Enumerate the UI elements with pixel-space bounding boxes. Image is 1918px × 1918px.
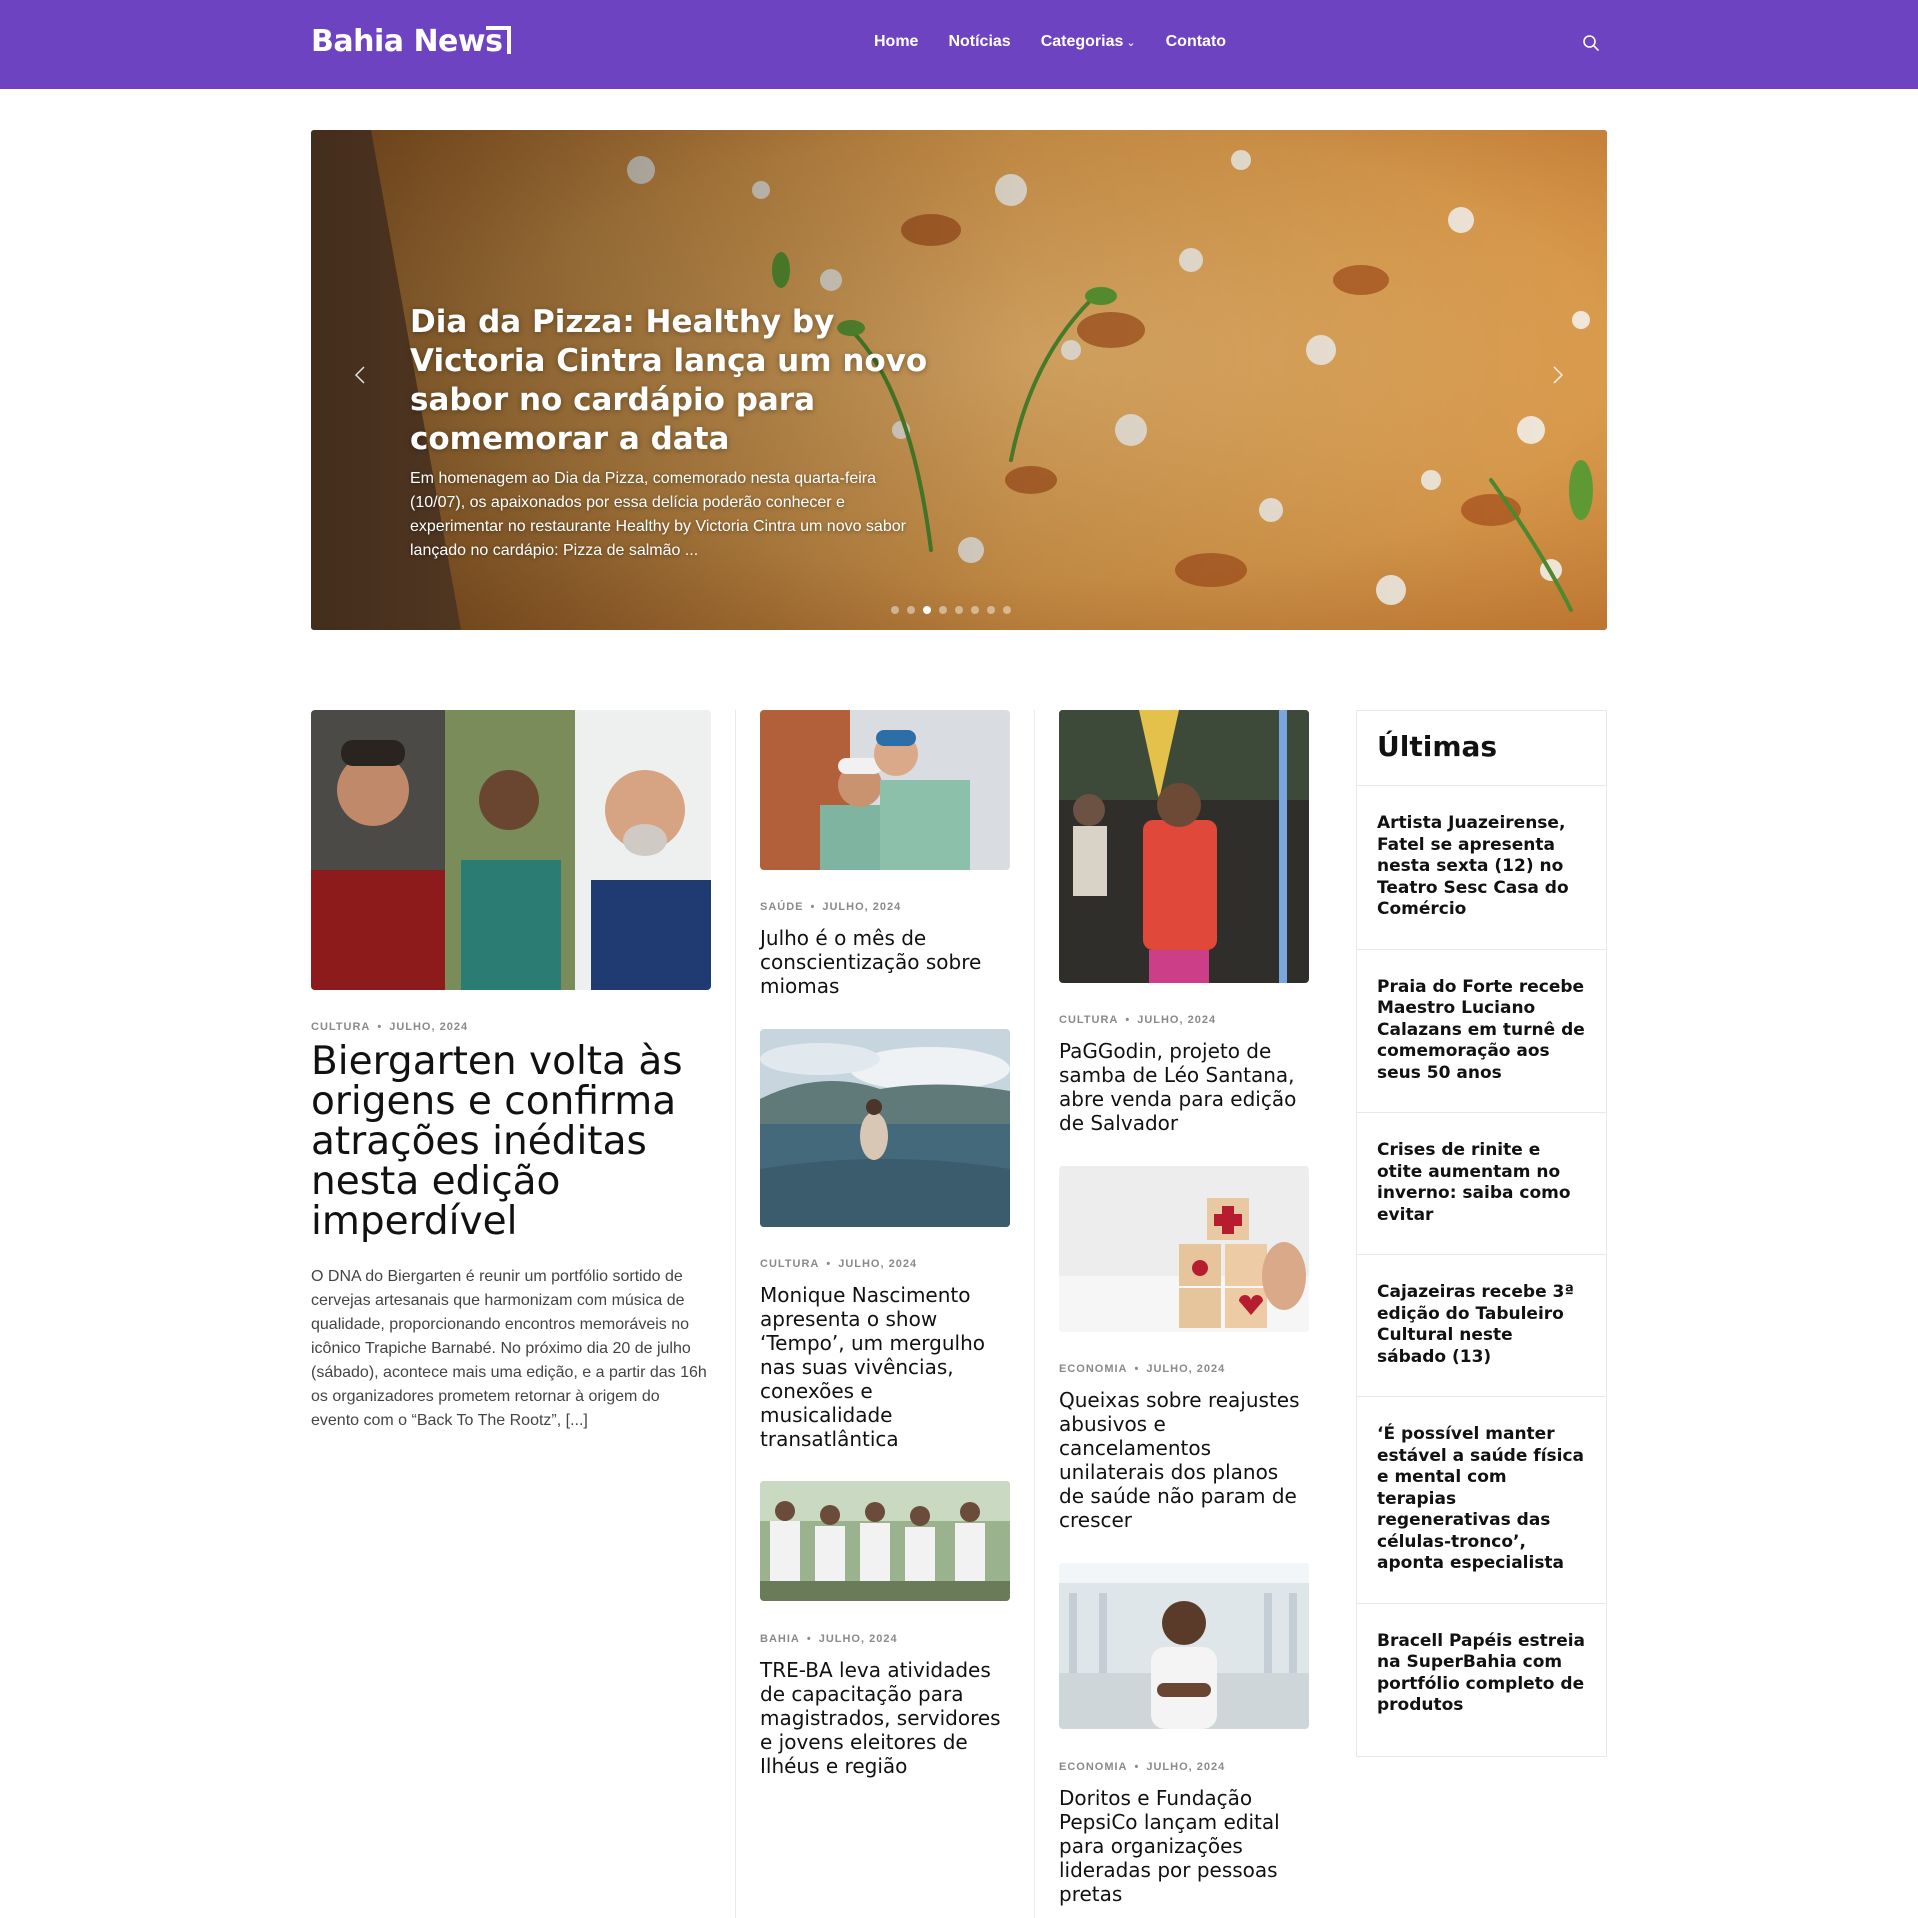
slider-dot[interactable]	[891, 606, 899, 614]
column-divider	[1034, 710, 1035, 1918]
sidebar-item[interactable]: Bracell Papéis estreia na SuperBahia com…	[1357, 1604, 1606, 1745]
article-image-art	[1059, 1166, 1309, 1332]
sidebar-item[interactable]: Cajazeiras recebe 3ª edição do Tabuleiro…	[1357, 1255, 1606, 1397]
article-meta: ECONOMIA • JULHO, 2024	[1059, 1761, 1226, 1773]
date-label: JULHO, 2024	[1146, 1363, 1226, 1375]
category-label[interactable]: ECONOMIA	[1059, 1761, 1128, 1773]
category-label[interactable]: BAHIA	[760, 1633, 800, 1645]
chevron-down-icon: ⌄	[1126, 37, 1136, 49]
slider-dot[interactable]	[987, 606, 995, 614]
article-title[interactable]: Queixas sobre reajustes abusivos e cance…	[1059, 1388, 1309, 1532]
article-image[interactable]	[760, 1481, 1010, 1601]
article-image[interactable]	[1059, 710, 1309, 983]
article-title[interactable]: Doritos e Fundação PepsiCo lançam edital…	[1059, 1786, 1309, 1906]
article-meta: ECONOMIA • JULHO, 2024	[1059, 1363, 1226, 1375]
search-icon[interactable]	[1582, 34, 1600, 52]
slider-next-icon[interactable]	[1544, 362, 1570, 388]
article-image[interactable]	[1059, 1563, 1309, 1729]
featured-image-art	[311, 710, 711, 990]
featured-meta: CULTURA • JULHO, 2024	[311, 1021, 469, 1033]
slider-dot[interactable]	[907, 606, 915, 614]
date-label: JULHO, 2024	[818, 1633, 898, 1645]
sidebar-title: Últimas	[1357, 711, 1606, 786]
date-label: JULHO, 2024	[1146, 1761, 1226, 1773]
hero-title[interactable]: Dia da Pizza: Healthy by Victoria Cintra…	[410, 303, 930, 459]
article-image[interactable]	[760, 710, 1010, 870]
category-label[interactable]: CULTURA	[760, 1258, 819, 1270]
nav-noticias[interactable]: Notícias	[948, 33, 1010, 51]
article-image-art	[1059, 710, 1309, 983]
nav-categorias[interactable]: Categorias ⌄	[1041, 33, 1136, 51]
date-label: JULHO, 2024	[822, 901, 902, 913]
nav-home[interactable]: Home	[874, 33, 918, 51]
slider-dot[interactable]	[971, 606, 979, 614]
article-image-art	[1059, 1563, 1309, 1729]
nav-categorias-label: Categorias	[1040, 33, 1124, 50]
column-divider	[735, 710, 736, 1918]
slider-dot[interactable]	[955, 606, 963, 614]
article-image-art	[760, 710, 1010, 870]
featured-excerpt: O DNA do Biergarten é reunir um portfóli…	[311, 1268, 707, 1429]
article-title[interactable]: TRE-BA leva atividades de capacitação pa…	[760, 1658, 1010, 1778]
slider-dot[interactable]	[923, 606, 931, 614]
article-image-art	[760, 1029, 1010, 1227]
slider-dots	[891, 606, 1011, 614]
category-label[interactable]: SAÚDE	[760, 901, 804, 913]
article-meta: CULTURA • JULHO, 2024	[1059, 1014, 1217, 1026]
latest-sidebar: Últimas Artista Juazeirense, Fatel se ap…	[1356, 710, 1607, 1757]
date-label: JULHO, 2024	[838, 1258, 918, 1270]
sidebar-item[interactable]: ‘É possível manter estável a saúde físic…	[1357, 1397, 1606, 1604]
sidebar-item[interactable]: Crises de rinite e otite aumentam no inv…	[1357, 1113, 1606, 1255]
featured-image[interactable]	[311, 710, 711, 990]
main-nav: Home Notícias Categorias ⌄ Contato	[874, 33, 1226, 51]
slider-dot[interactable]	[1003, 606, 1011, 614]
site-logo[interactable]: Bahia News	[311, 24, 503, 59]
sidebar-item[interactable]: Artista Juazeirense, Fatel se apresenta …	[1357, 786, 1606, 950]
sidebar-item[interactable]: Praia do Forte recebe Maestro Luciano Ca…	[1357, 950, 1606, 1113]
date-label: JULHO, 2024	[1137, 1014, 1217, 1026]
nav-contato[interactable]: Contato	[1166, 33, 1226, 51]
article-title[interactable]: PaGGodin, projeto de samba de Léo Santan…	[1059, 1039, 1309, 1135]
category-label[interactable]: CULTURA	[1059, 1014, 1118, 1026]
slider-prev-icon[interactable]	[348, 362, 374, 388]
hero-slider[interactable]: Dia da Pizza: Healthy by Victoria Cintra…	[311, 130, 1607, 630]
category-label[interactable]: ECONOMIA	[1059, 1363, 1128, 1375]
article-meta: SAÚDE • JULHO, 2024	[760, 901, 902, 913]
article-title[interactable]: Monique Nascimento apresenta o show ‘Tem…	[760, 1283, 1010, 1451]
date-label: JULHO, 2024	[389, 1021, 469, 1033]
article-meta: CULTURA • JULHO, 2024	[760, 1258, 918, 1270]
logo-mark-icon	[486, 26, 511, 54]
article-image[interactable]	[760, 1029, 1010, 1227]
article-title[interactable]: Julho é o mês de conscientização sobre m…	[760, 926, 1010, 998]
site-header: Bahia News Home Notícias Categorias ⌄ Con…	[0, 0, 1918, 89]
featured-title[interactable]: Biergarten volta às origens e confirma a…	[311, 1042, 711, 1242]
article-image[interactable]	[1059, 1166, 1309, 1332]
article-image-art	[760, 1481, 1010, 1601]
category-label[interactable]: CULTURA	[311, 1021, 370, 1033]
hero-description: Em homenagem ao Dia da Pizza, comemorado…	[410, 470, 906, 559]
slider-dot[interactable]	[939, 606, 947, 614]
article-meta: BAHIA • JULHO, 2024	[760, 1633, 898, 1645]
